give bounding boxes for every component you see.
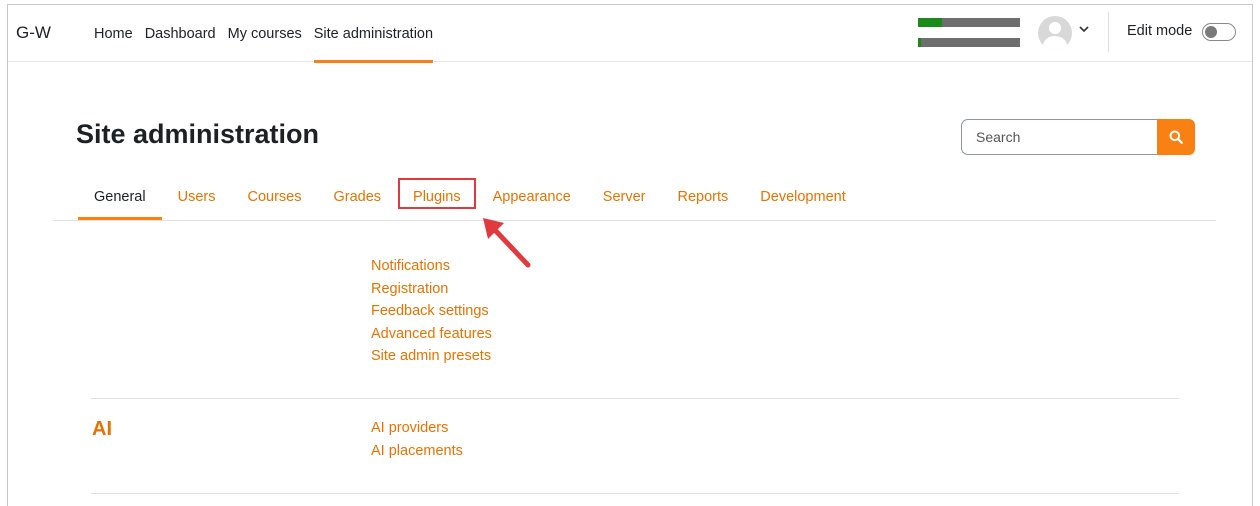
- tab-courses[interactable]: Courses: [231, 173, 317, 220]
- tab-plugins[interactable]: Plugins: [397, 173, 477, 220]
- link-advanced-features[interactable]: Advanced features: [371, 323, 492, 346]
- search-button[interactable]: [1157, 119, 1195, 155]
- link-registration[interactable]: Registration: [371, 278, 492, 301]
- admin-tabs: General Users Courses Grades Plugins App…: [78, 173, 862, 220]
- redacted-user-info: [918, 18, 1020, 48]
- tab-server[interactable]: Server: [587, 173, 662, 220]
- top-navbar: G-W Home Dashboard My courses Site admin…: [8, 5, 1252, 63]
- toggle-knob: [1205, 26, 1217, 38]
- search-input[interactable]: [961, 119, 1159, 155]
- tab-reports[interactable]: Reports: [662, 173, 745, 220]
- chevron-down-icon[interactable]: [1079, 24, 1089, 36]
- tab-development[interactable]: Development: [744, 173, 861, 220]
- link-ai-providers[interactable]: AI providers: [371, 417, 463, 440]
- nav-site-administration[interactable]: Site administration: [308, 5, 439, 63]
- tab-users[interactable]: Users: [162, 173, 232, 220]
- section-divider: [91, 493, 1179, 494]
- nav-dashboard[interactable]: Dashboard: [139, 5, 222, 62]
- edit-mode-label: Edit mode: [1127, 23, 1193, 39]
- link-notifications[interactable]: Notifications: [371, 255, 492, 278]
- tab-grades[interactable]: Grades: [317, 173, 397, 220]
- nav-my-courses[interactable]: My courses: [222, 5, 308, 62]
- link-site-admin-presets[interactable]: Site admin presets: [371, 345, 492, 368]
- section-divider: [91, 398, 1179, 399]
- nav-home[interactable]: Home: [88, 5, 139, 62]
- site-brand[interactable]: G-W: [16, 23, 51, 43]
- browser-frame: G-W Home Dashboard My courses Site admin…: [7, 4, 1253, 506]
- page-title: Site administration: [76, 119, 320, 149]
- general-links: Notifications Registration Feedback sett…: [371, 255, 492, 368]
- tab-general[interactable]: General: [78, 173, 162, 220]
- user-avatar-icon[interactable]: [1038, 16, 1072, 50]
- tabs-divider: [53, 220, 1216, 221]
- link-feedback-settings[interactable]: Feedback settings: [371, 300, 492, 323]
- section-title-ai[interactable]: AI: [92, 418, 112, 441]
- admin-search: [961, 119, 1195, 155]
- edit-mode-toggle[interactable]: [1202, 23, 1236, 41]
- navbar-divider: [1108, 12, 1109, 52]
- primary-navigation: Home Dashboard My courses Site administr…: [88, 5, 439, 63]
- search-icon: [1169, 130, 1183, 144]
- ai-links: AI providers AI placements: [371, 417, 463, 462]
- link-ai-placements[interactable]: AI placements: [371, 440, 463, 463]
